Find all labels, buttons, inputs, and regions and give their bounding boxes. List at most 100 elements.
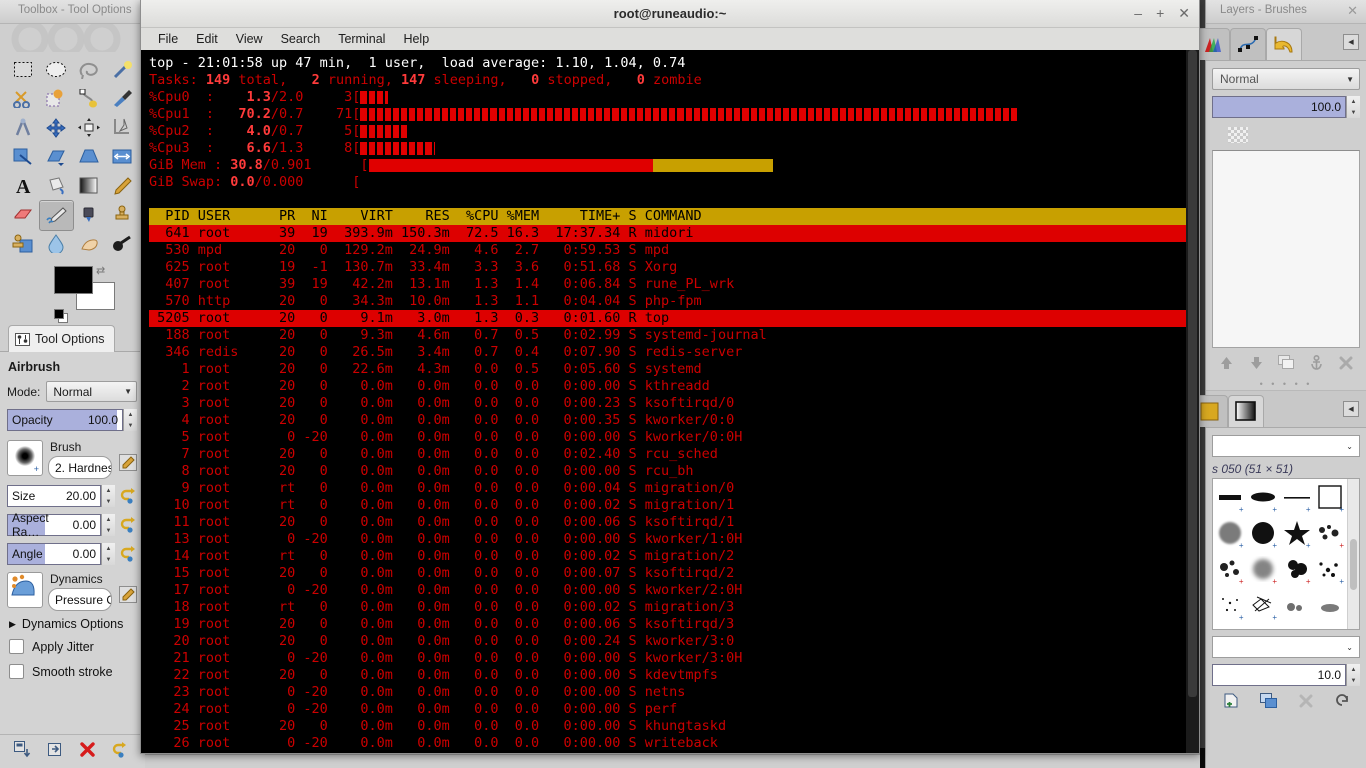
reset-angle-button[interactable] <box>119 545 137 563</box>
swap-colors-icon[interactable]: ⇄ <box>96 264 105 277</box>
save-tool-preset-button[interactable] <box>14 740 31 763</box>
brush-grid-item[interactable]: + <box>1314 479 1348 515</box>
mode-select[interactable]: Normal ▼ <box>46 381 137 402</box>
brush-preview[interactable]: + <box>7 440 43 476</box>
paths-tool[interactable] <box>72 84 105 113</box>
tab-gradients[interactable] <box>1228 395 1264 427</box>
reset-aspect-ratio-button[interactable] <box>119 516 137 534</box>
edit-dynamics-button[interactable] <box>119 586 137 604</box>
size-slider[interactable]: Size 20.00 <box>7 485 101 507</box>
dynamics-options-expander[interactable]: ▶ Dynamics Options <box>9 617 137 631</box>
default-colors-icon[interactable] <box>54 309 68 323</box>
menu-terminal[interactable]: Terminal <box>329 32 394 46</box>
brush-grid-item[interactable] <box>1314 587 1348 623</box>
close-icon[interactable]: ✕ <box>1347 3 1358 19</box>
clone-tool[interactable] <box>105 200 138 229</box>
ink-tool[interactable] <box>72 200 105 229</box>
color-area[interactable]: ⇄ <box>54 264 132 323</box>
scissors-select-tool[interactable] <box>6 84 39 113</box>
tab-tool-options[interactable]: Tool Options <box>8 325 116 352</box>
terminal-scrollbar[interactable] <box>1186 50 1199 753</box>
brush-grid-item[interactable]: + <box>1314 551 1348 587</box>
move-tool[interactable] <box>39 113 72 142</box>
delete-layer-button[interactable] <box>1339 356 1353 375</box>
brush-grid-item[interactable]: + <box>1280 479 1314 515</box>
brush-tag-select[interactable]: ⌄ <box>1212 636 1360 658</box>
measure-tool[interactable] <box>6 113 39 142</box>
lower-layer-button[interactable] <box>1249 355 1264 375</box>
foreground-color-swatch[interactable] <box>54 266 93 294</box>
refresh-brushes-button[interactable] <box>1334 693 1350 714</box>
opacity-slider[interactable]: Opacity 100.0 <box>7 409 123 431</box>
brush-grid-item[interactable] <box>1280 587 1314 623</box>
smudge-tool[interactable] <box>72 229 105 258</box>
brush-grid-item[interactable]: + <box>1314 515 1348 551</box>
brush-filter-select[interactable]: ⌄ <box>1212 435 1360 457</box>
brushes-grid[interactable]: + + + + + + + + + + + + + + <box>1213 479 1347 629</box>
layer-mode-select[interactable]: Normal ▼ <box>1212 68 1360 90</box>
angle-slider[interactable]: Angle 0.00 <box>7 543 101 565</box>
aspect-ratio-slider[interactable]: Aspect Ra… 0.00 <box>7 511 101 539</box>
unified-transform-tool[interactable] <box>6 142 39 171</box>
scrollbar-thumb[interactable] <box>1188 50 1197 697</box>
reset-tool-options-button[interactable] <box>111 741 128 763</box>
dodge-burn-tool[interactable] <box>105 229 138 258</box>
fuzzy-select-tool[interactable] <box>105 55 138 84</box>
menu-view[interactable]: View <box>227 32 272 46</box>
text-tool[interactable]: A <box>6 171 39 200</box>
size-stepper[interactable]: ▲ ▼ <box>101 485 115 507</box>
color-picker-tool[interactable] <box>105 84 138 113</box>
brush-grid-item[interactable]: + <box>1247 515 1281 551</box>
raise-layer-button[interactable] <box>1219 355 1234 375</box>
restore-tool-preset-button[interactable] <box>47 741 64 763</box>
airbrush-tool[interactable] <box>39 200 74 231</box>
crop-tool[interactable] <box>105 113 138 142</box>
delete-brush-button[interactable] <box>1299 694 1313 713</box>
duplicate-brush-button[interactable] <box>1259 692 1278 714</box>
pencil-tool[interactable] <box>105 171 138 200</box>
brush-grid-item[interactable]: + <box>1213 515 1247 551</box>
edit-brush-button[interactable] <box>119 454 137 472</box>
flip-tool[interactable] <box>105 142 138 171</box>
layer-opacity-stepper[interactable]: ▲ ▼ <box>1346 96 1360 118</box>
eraser-tool[interactable] <box>6 200 39 229</box>
menu-file[interactable]: File <box>149 32 187 46</box>
maximize-button[interactable]: + <box>1156 4 1164 22</box>
layer-opacity-slider[interactable]: 100.0 <box>1212 96 1346 118</box>
smooth-stroke-checkbox[interactable]: Smooth stroke <box>9 664 137 679</box>
perspective-tool[interactable] <box>72 142 105 171</box>
brushes-dock-menu-button[interactable]: ◀ <box>1343 401 1359 417</box>
perspective-clone-tool[interactable] <box>6 229 39 258</box>
brush-select[interactable]: 2. Hardness 0 <box>48 456 112 479</box>
brush-grid-item[interactable]: + <box>1280 515 1314 551</box>
scrollbar-thumb[interactable] <box>1350 539 1357 590</box>
tab-paths[interactable] <box>1230 28 1266 60</box>
rect-select-tool[interactable] <box>6 55 39 84</box>
opacity-stepper[interactable]: ▲ ▼ <box>123 409 137 431</box>
anchor-layer-button[interactable] <box>1309 354 1324 376</box>
layers-list[interactable] <box>1212 150 1360 348</box>
brush-grid-item[interactable]: + <box>1247 479 1281 515</box>
new-brush-button[interactable] <box>1223 693 1239 714</box>
brushes-scrollbar[interactable] <box>1347 479 1359 629</box>
dynamics-select[interactable]: Pressure Opa <box>48 588 112 611</box>
angle-stepper[interactable]: ▲ ▼ <box>101 543 115 565</box>
apply-jitter-checkbox[interactable]: Apply Jitter <box>9 639 137 654</box>
toolbox-titlebar[interactable]: Toolbox - Tool Options <box>0 0 144 24</box>
menu-edit[interactable]: Edit <box>187 32 227 46</box>
free-select-tool[interactable] <box>72 55 105 84</box>
right-dock-titlebar[interactable]: Layers - Brushes ✕ <box>1206 0 1366 24</box>
brush-spacing-stepper[interactable]: ▲ ▼ <box>1346 664 1360 686</box>
blur-sharpen-tool[interactable] <box>39 229 72 258</box>
brush-grid-item[interactable]: + <box>1213 479 1247 515</box>
brush-grid-item[interactable]: + <box>1280 551 1314 587</box>
close-button[interactable]: ✕ <box>1178 4 1190 22</box>
brush-grid-item[interactable]: + <box>1213 551 1247 587</box>
menu-help[interactable]: Help <box>394 32 438 46</box>
terminal-titlebar[interactable]: root@runeaudio:~ – + ✕ <box>141 0 1199 28</box>
align-tool[interactable] <box>72 113 105 142</box>
duplicate-layer-button[interactable] <box>1277 355 1295 375</box>
dock-menu-button[interactable]: ◀ <box>1343 34 1359 50</box>
tab-undo-history[interactable] <box>1266 28 1302 60</box>
dynamics-preview[interactable] <box>7 572 43 608</box>
